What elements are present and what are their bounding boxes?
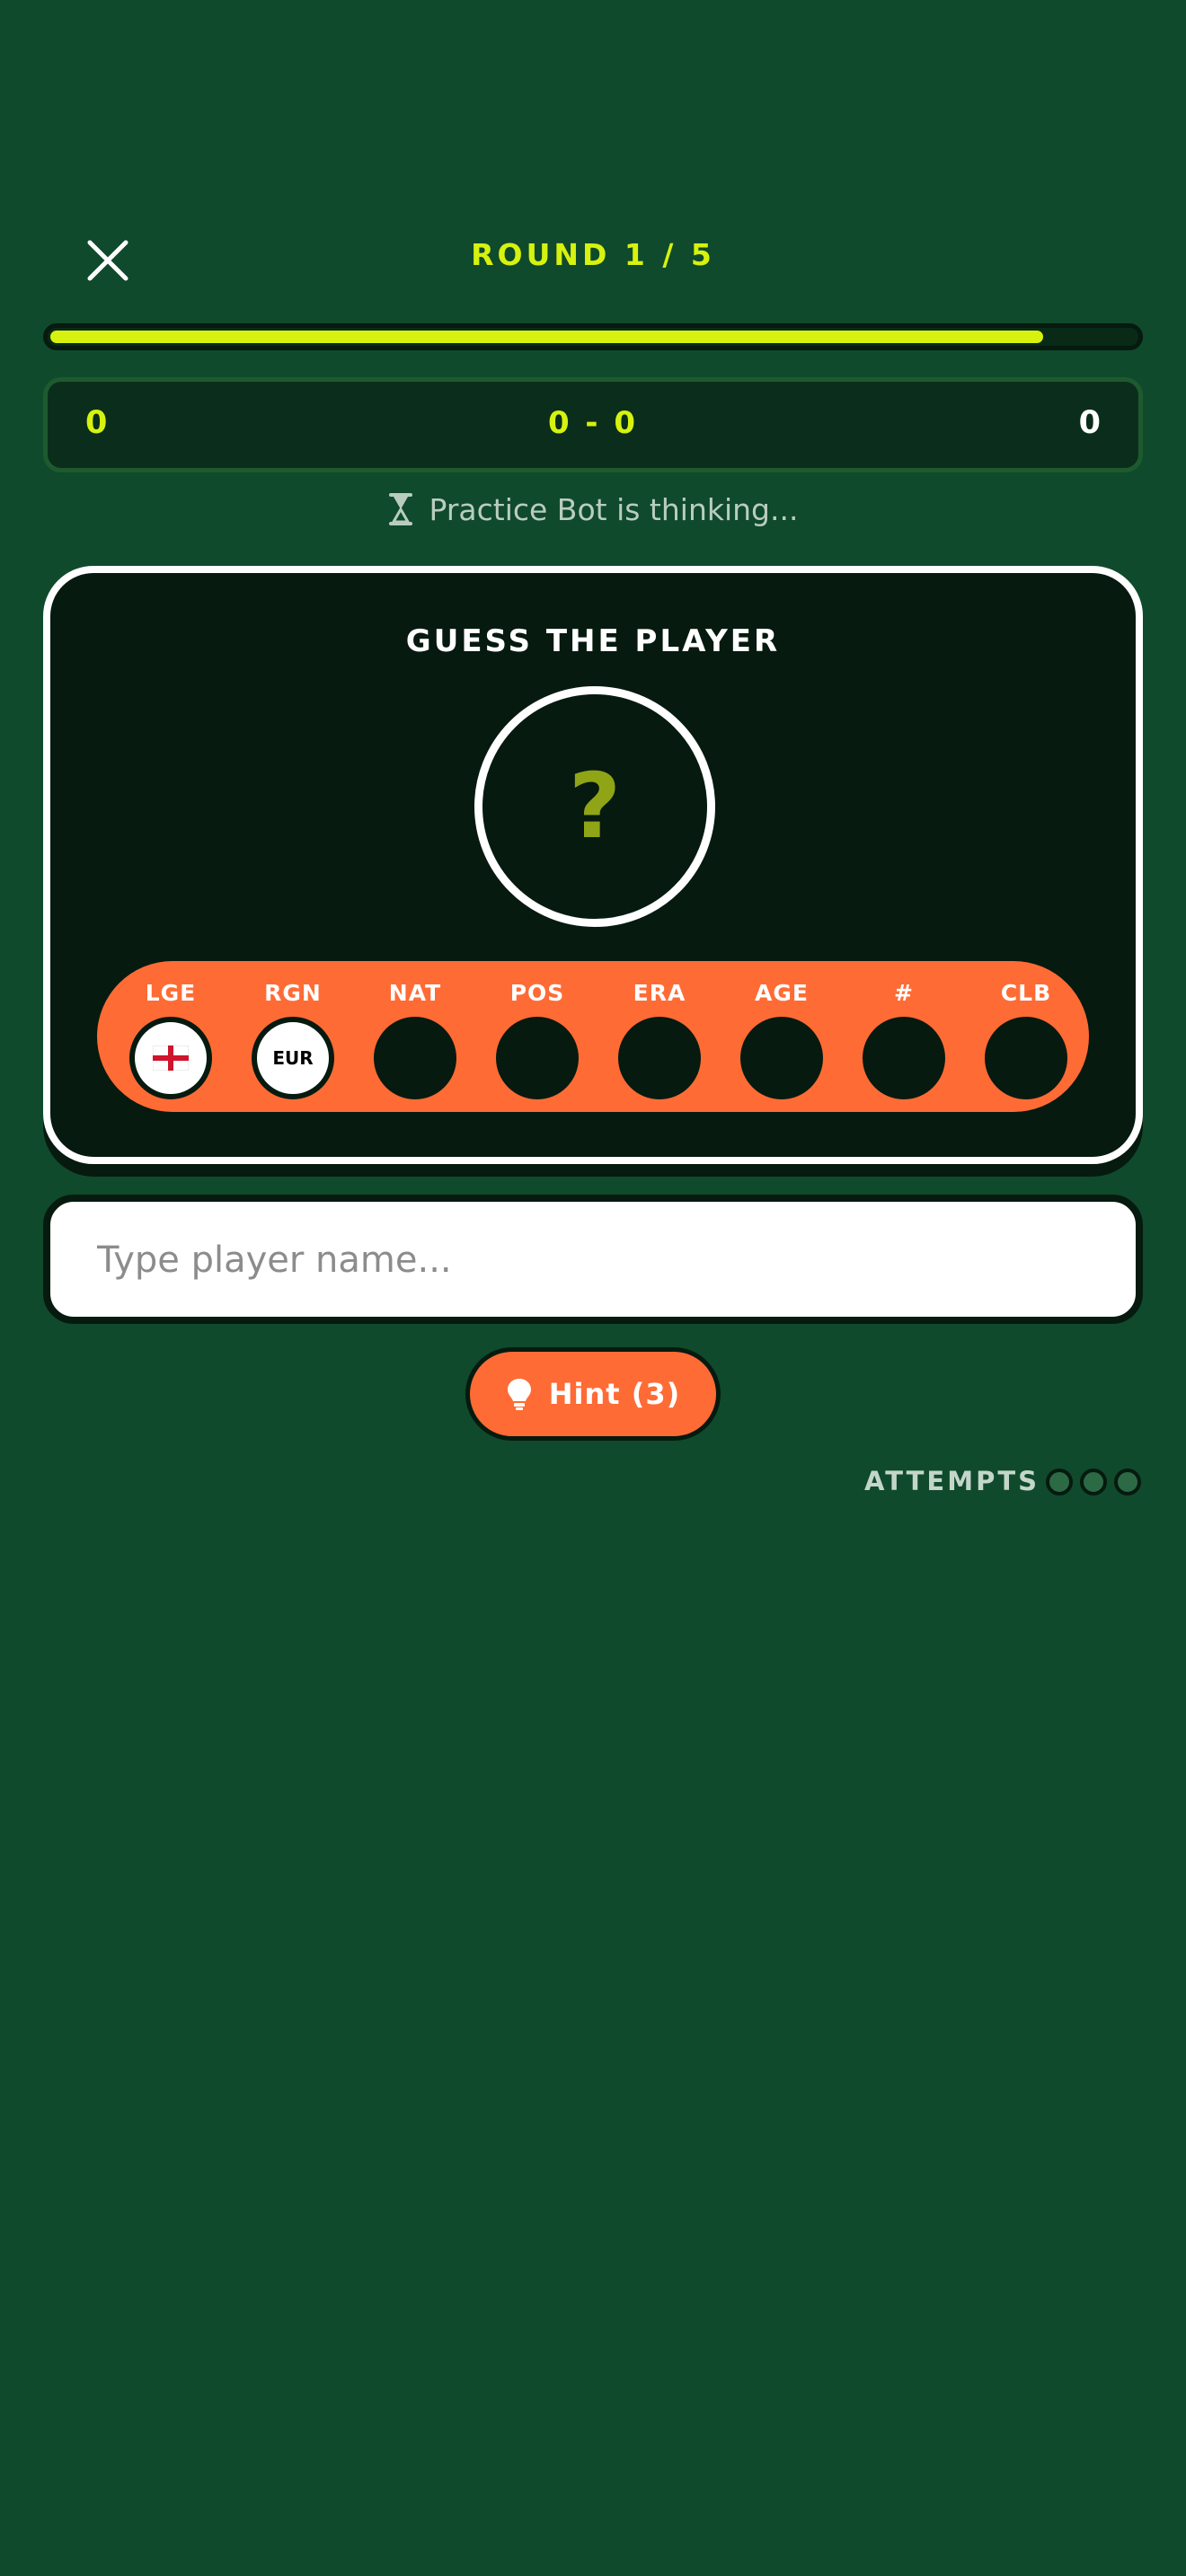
clue-label: NAT <box>388 980 442 1006</box>
match-score: 0 - 0 <box>547 405 639 441</box>
round-indicator: ROUND 1 / 5 <box>471 237 715 272</box>
clue-hidden-slot <box>374 1017 456 1099</box>
attempt-indicator <box>1046 1469 1073 1495</box>
opponent-score: 0 <box>1078 405 1101 441</box>
clue-number: # <box>854 977 954 1099</box>
player-name-input-wrapper <box>43 1195 1143 1324</box>
clue-label: # <box>894 980 914 1006</box>
clue-label: AGE <box>755 980 809 1006</box>
player-name-input[interactable] <box>95 1202 1087 1319</box>
clue-label: CLB <box>1000 980 1052 1006</box>
clue-label: RGN <box>264 980 322 1006</box>
guess-card: GUESS THE PLAYER ? LGE RGN EUR NAT POS E… <box>43 566 1143 1164</box>
clue-value-league <box>129 1017 212 1099</box>
clue-hidden-slot <box>496 1017 579 1099</box>
clue-hidden-slot <box>618 1017 701 1099</box>
round-progress-fill <box>50 331 1043 343</box>
clue-label: POS <box>509 980 565 1006</box>
question-mark-icon: ? <box>568 754 621 859</box>
status-text: Practice Bot is thinking... <box>429 492 799 527</box>
clue-era: ERA <box>609 977 710 1099</box>
lightbulb-icon <box>507 1379 531 1410</box>
region-value: EUR <box>272 1047 314 1069</box>
mystery-player-avatar: ? <box>474 686 715 927</box>
clue-label: LGE <box>145 980 197 1006</box>
clue-league: LGE <box>120 977 221 1099</box>
clue-hidden-slot <box>740 1017 823 1099</box>
card-title: GUESS THE PLAYER <box>405 623 781 659</box>
round-progress-bar <box>43 323 1143 350</box>
clue-position: POS <box>487 977 588 1099</box>
attempts-label: ATTEMPTS <box>864 1466 1040 1496</box>
attempt-indicator <box>1080 1469 1107 1495</box>
hint-label: Hint (3) <box>548 1377 681 1411</box>
score-bar: 0 0 - 0 0 <box>43 377 1143 472</box>
attempt-indicator <box>1114 1469 1141 1495</box>
clue-age: AGE <box>731 977 832 1099</box>
clue-value-region: EUR <box>252 1017 334 1099</box>
hint-button[interactable]: Hint (3) <box>465 1347 721 1441</box>
england-flag-icon <box>153 1045 189 1071</box>
clue-label: ERA <box>633 980 686 1006</box>
clue-hidden-slot <box>985 1017 1067 1099</box>
opponent-status: Practice Bot is thinking... <box>0 492 1186 527</box>
clue-nationality: NAT <box>365 977 465 1099</box>
clue-hidden-slot <box>863 1017 945 1099</box>
clue-club: CLB <box>976 977 1076 1099</box>
clue-region: RGN EUR <box>243 977 343 1099</box>
hourglass-icon <box>388 493 412 525</box>
attribute-clues-bar: LGE RGN EUR NAT POS ERA AGE # CLB <box>97 961 1089 1112</box>
